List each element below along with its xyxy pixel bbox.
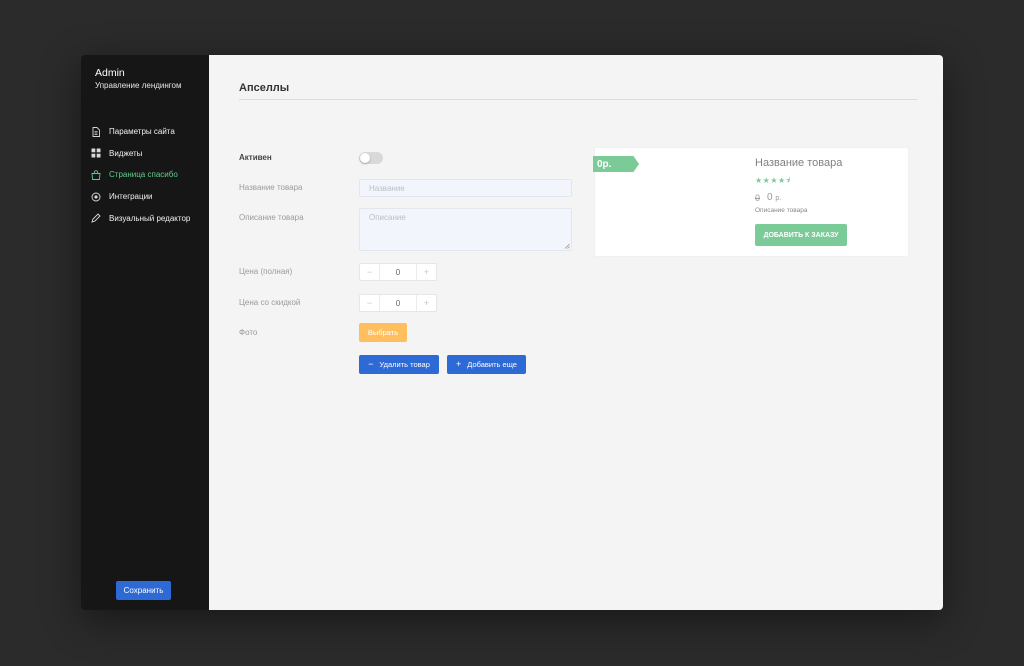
product-preview-card: 0р. Название товара ★★★★⯨ 0 0 р. Описани… (593, 148, 908, 256)
full-price-increment-button[interactable]: + (416, 264, 436, 280)
preview-new-price: 0 р. (767, 192, 781, 203)
photo-label: Фото (239, 328, 258, 337)
add-to-order-button[interactable]: ДОБАВИТЬ К ЗАКАЗУ (755, 224, 847, 246)
brand-subtitle: Управление лендингом (95, 81, 182, 90)
sidebar-item-site-settings[interactable]: Параметры сайта (91, 121, 190, 143)
preview-product-name: Название товара (755, 157, 843, 169)
resize-grip-icon[interactable] (564, 243, 570, 249)
add-more-button[interactable]: + Добавить еще (447, 355, 526, 374)
preview-new-price-value: 0 (767, 192, 773, 203)
delete-product-label: Удалить товар (379, 360, 430, 369)
sidebar-item-label: Интеграции (109, 192, 153, 202)
add-more-label: Добавить еще (467, 360, 517, 369)
full-price-decrement-button[interactable]: − (360, 264, 380, 280)
preview-currency: р. (775, 195, 782, 202)
product-description-label: Описание товара (239, 213, 304, 222)
rating-stars: ★★★★⯨ (755, 176, 791, 185)
choose-photo-button[interactable]: Выбрать (359, 323, 407, 342)
active-toggle[interactable] (359, 152, 383, 164)
sidebar-item-label: Виджеты (109, 148, 143, 158)
pen-icon (91, 213, 101, 223)
app-window: Admin Управление лендингом Параметры сай… (81, 55, 943, 610)
discount-price-decrement-button[interactable]: − (360, 295, 380, 311)
bag-icon (91, 170, 101, 180)
discount-price-value[interactable]: 0 (380, 299, 416, 308)
product-description-input[interactable] (359, 208, 572, 251)
discount-price-label: Цена со скидкой (239, 298, 301, 307)
sidebar-item-thank-you-page[interactable]: Страница спасибо (91, 164, 190, 186)
main-content: Апселлы Активен Название товара Описание… (209, 55, 943, 610)
toggle-knob (360, 153, 370, 163)
title-divider (239, 99, 917, 100)
price-tag: 0р. (593, 156, 639, 172)
sidebar-nav: Параметры сайта Виджеты Страница спасибо… (91, 121, 190, 229)
preview-description: Описание товара (755, 207, 808, 214)
discount-price-stepper: − 0 + (359, 294, 437, 312)
save-button[interactable]: Сохранить (116, 581, 171, 600)
sidebar-item-label: Параметры сайта (109, 127, 175, 137)
sidebar-item-widgets[interactable]: Виджеты (91, 143, 190, 165)
preview-old-price: 0 (755, 193, 761, 203)
full-price-label: Цена (полная) (239, 267, 293, 276)
document-icon (91, 126, 101, 137)
active-label: Активен (239, 153, 272, 162)
full-price-value[interactable]: 0 (380, 268, 416, 277)
sidebar-item-label: Визуальный редактор (109, 213, 191, 223)
sidebar-item-integrations[interactable]: Интеграции (91, 186, 190, 208)
grid-icon (91, 148, 101, 158)
sidebar: Admin Управление лендингом Параметры сай… (81, 55, 209, 610)
discount-price-increment-button[interactable]: + (416, 295, 436, 311)
minus-icon: − (368, 359, 374, 369)
brand-title: Admin (95, 67, 125, 79)
delete-product-button[interactable]: − Удалить товар (359, 355, 439, 374)
sidebar-item-label: Страница спасибо (109, 170, 178, 180)
full-price-stepper: − 0 + (359, 263, 437, 281)
plus-icon: + (456, 359, 462, 369)
page-title: Апселлы (239, 82, 290, 94)
product-name-label: Название товара (239, 183, 303, 192)
integration-icon (91, 192, 101, 202)
sidebar-item-visual-editor[interactable]: Визуальный редактор (91, 207, 190, 229)
product-name-input[interactable] (359, 179, 572, 197)
